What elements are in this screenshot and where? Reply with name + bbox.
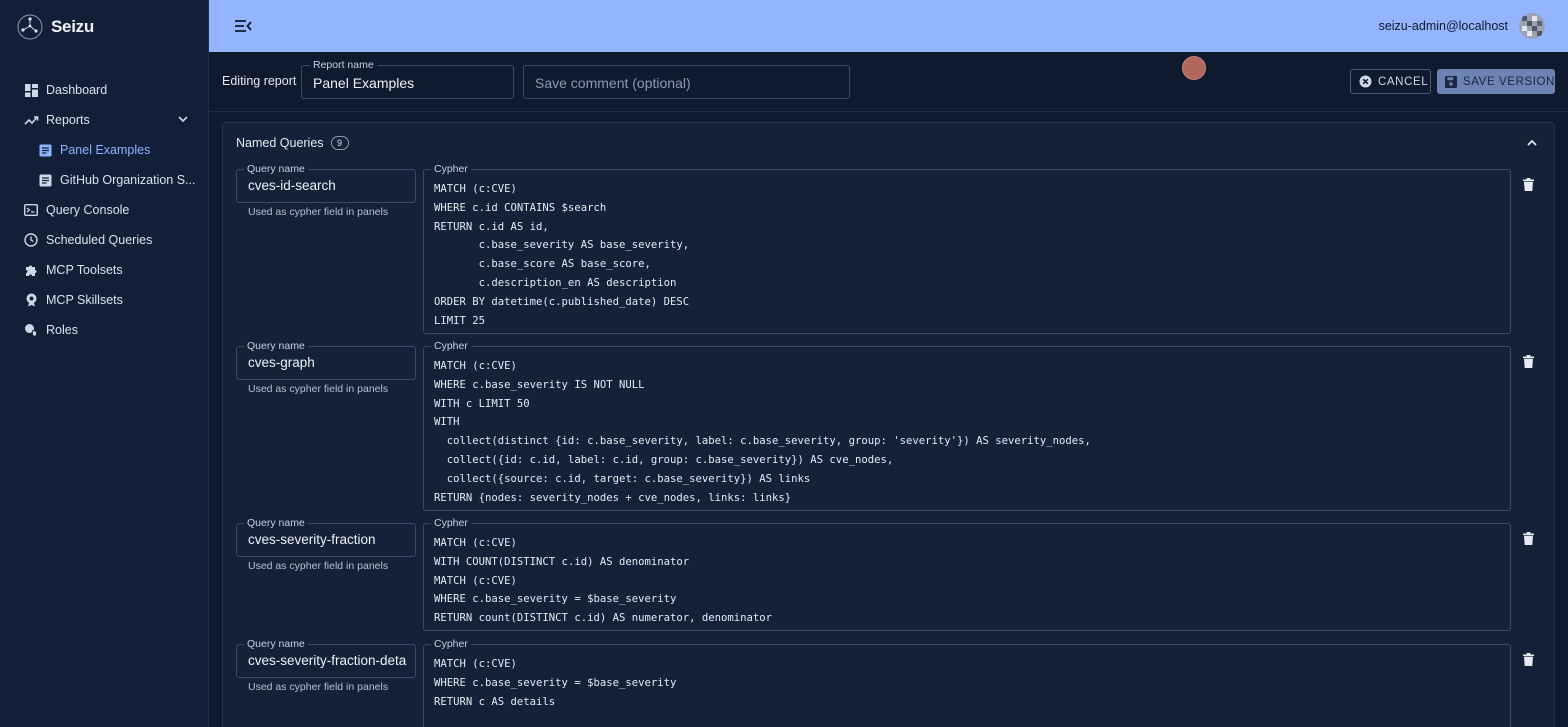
trending-icon [23,112,39,128]
sidebar-item-reports[interactable]: Reports [0,105,209,135]
delete-icon[interactable] [1523,355,1534,373]
avatar[interactable] [1519,13,1545,39]
save-comment-placeholder: Save comment (optional) [535,75,691,91]
cancel-button[interactable]: CANCEL [1350,69,1431,94]
cypher-label: Cypher [431,517,471,529]
cypher-code: MATCH (c:CVE) WHERE c.base_severity IS N… [434,360,1091,504]
cypher-code: MATCH (c:CVE) WHERE c.id CONTAINS $searc… [434,183,690,327]
edit-toolbar: Editing report Report name Panel Example… [209,52,1568,112]
report-name-label: Report name [310,59,377,71]
sidebar-item-label: GitHub Organization S... [60,173,196,187]
sidebar-item-label: Reports [46,113,90,127]
save-version-label: SAVE VERSION [1463,75,1555,88]
badge-icon [23,292,39,308]
report-name-value: Panel Examples [313,75,415,91]
dashboard-icon [23,82,39,98]
puzzle-icon [23,262,39,278]
cypher-editor[interactable]: Cypher MATCH (c:CVE) WHERE c.base_severi… [423,638,1511,727]
shield-user-icon [23,322,39,338]
menu-collapse-icon[interactable] [233,17,253,35]
cypher-code: MATCH (c:CVE) WITH COUNT(DISTINCT c.id) … [434,537,773,625]
cypher-editor[interactable]: Cypher MATCH (c:CVE) WHERE c.id CONTAINS… [423,163,1511,334]
query-name-value: cves-severity-fraction [248,532,376,547]
sidebar-item-roles[interactable]: Roles [0,315,209,345]
query-name-field[interactable]: Query name cves-severity-fraction [236,517,416,557]
query-name-field[interactable]: Query name cves-id-search [236,163,416,203]
cancel-label: CANCEL [1378,75,1429,88]
user-email[interactable]: seizu-admin@localhost [1379,19,1508,33]
sidebar-nav: Dashboard Reports Panel Examples GitHub … [0,75,209,345]
sidebar: Seizu Dashboard Reports Panel Examples G… [0,0,209,727]
query-name-label: Query name [244,340,308,352]
sidebar-item-scheduled-queries[interactable]: Scheduled Queries [0,225,209,255]
sidebar-item-label: Dashboard [46,83,108,97]
sidebar-item-mcp-toolsets[interactable]: MCP Toolsets [0,255,209,285]
query-name-helper: Used as cypher field in panels [248,383,389,395]
named-queries-panel: Named Queries 9 Query name cves-id-searc… [222,122,1555,727]
delete-icon[interactable] [1523,653,1534,671]
clock-icon [23,232,39,248]
query-name-label: Query name [244,638,308,650]
query-name-field[interactable]: Query name cves-graph [236,340,416,380]
cypher-editor[interactable]: Cypher MATCH (c:CVE) WHERE c.base_severi… [423,340,1511,511]
cypher-label: Cypher [431,163,471,175]
sidebar-item-dashboard[interactable]: Dashboard [0,75,209,105]
brand[interactable]: Seizu [17,13,94,41]
cancel-icon [1359,75,1372,88]
panel-title: Named Queries [236,136,324,150]
document-icon [37,142,53,158]
sidebar-item-label: MCP Skillsets [46,293,123,307]
query-name-helper: Used as cypher field in panels [248,681,389,693]
save-comment-input[interactable]: Save comment (optional) [523,65,850,99]
sidebar-item-query-console[interactable]: Query Console [0,195,209,225]
sidebar-item-label: Panel Examples [60,143,151,157]
app-name: Seizu [51,17,94,36]
sidebar-item-panel-examples[interactable]: Panel Examples [0,135,209,165]
query-name-label: Query name [244,163,308,175]
sidebar-item-label: Scheduled Queries [46,233,153,247]
top-app-bar: seizu-admin@localhost [209,0,1568,52]
query-name-field[interactable]: Query name cves-severity-fraction-deta [236,638,416,678]
panel-header[interactable]: Named Queries 9 [236,136,349,150]
cypher-editor[interactable]: Cypher MATCH (c:CVE) WITH COUNT(DISTINCT… [423,517,1511,631]
sidebar-item-mcp-skillsets[interactable]: MCP Skillsets [0,285,209,315]
editing-label: Editing report [222,74,297,88]
seizu-logo-icon [17,14,43,40]
terminal-icon [23,202,39,218]
save-version-button[interactable]: SAVE VERSION [1437,69,1555,94]
chevron-up-icon[interactable] [1526,136,1538,154]
sidebar-item-label: MCP Toolsets [46,263,123,277]
cypher-code: MATCH (c:CVE) WHERE c.base_severity = $b… [434,658,677,708]
cypher-label: Cypher [431,340,471,352]
query-count-badge: 9 [330,136,349,150]
delete-icon[interactable] [1523,532,1534,550]
report-name-field[interactable]: Report name Panel Examples [301,59,514,99]
save-icon [1445,75,1457,88]
query-name-label: Query name [244,517,308,529]
query-name-helper: Used as cypher field in panels [248,560,389,572]
query-name-helper: Used as cypher field in panels [248,206,389,218]
chevron-down-icon[interactable] [177,113,189,128]
query-name-value: cves-severity-fraction-deta [248,653,407,668]
document-icon [37,172,53,188]
cursor-indicator [1182,56,1206,80]
cypher-label: Cypher [431,638,471,650]
delete-icon[interactable] [1523,178,1534,196]
query-name-value: cves-id-search [248,178,336,193]
sidebar-item-label: Query Console [46,203,130,217]
query-name-value: cves-graph [248,355,315,370]
sidebar-item-label: Roles [46,323,78,337]
sidebar-item-github-organization[interactable]: GitHub Organization S... [0,165,209,195]
